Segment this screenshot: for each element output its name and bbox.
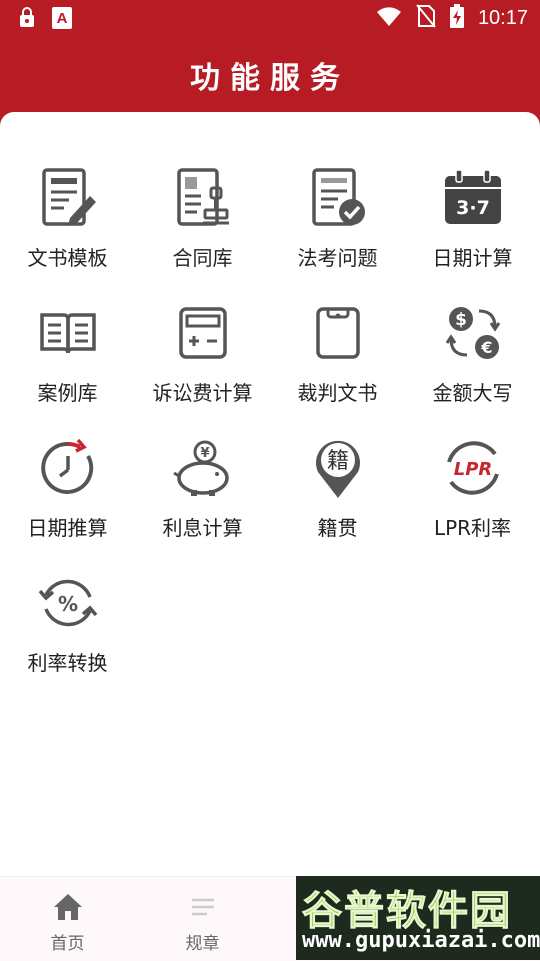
clock-refresh-icon [36, 436, 100, 500]
page-title: 功能服务 [190, 61, 350, 96]
lpr-icon: LPR [441, 436, 505, 500]
lock-shield-icon [18, 7, 36, 33]
app-header: 功能服务 [0, 36, 540, 112]
battery-charging-icon [449, 4, 464, 32]
function-label: 日期计算 [432, 246, 513, 270]
home-icon [52, 891, 84, 923]
nav-regulations[interactable]: 规章 [135, 877, 270, 961]
svg-text:$: $ [455, 310, 467, 330]
function-rate-conversion[interactable]: % 利率转换 [0, 571, 135, 701]
function-label: 裁判文书 [297, 381, 378, 405]
function-lpr-rate[interactable]: LPR LPR利率 [405, 436, 540, 566]
a-app-icon: A [52, 7, 72, 33]
function-label: 合同库 [172, 246, 233, 270]
location-pin-icon: 籍 [306, 436, 370, 500]
calculator-icon [171, 301, 235, 365]
function-label: 利率转换 [27, 651, 108, 675]
no-sim-icon [416, 4, 436, 32]
status-bar: A 10:17 [0, 0, 540, 36]
percent-cycle-icon: % [36, 571, 100, 635]
function-date-projection[interactable]: 日期推算 [0, 436, 135, 566]
function-label: 籍贯 [317, 516, 358, 540]
function-date-calc[interactable]: 3·7 日期计算 [405, 166, 540, 296]
function-native-place[interactable]: 籍 籍贯 [270, 436, 405, 566]
function-label: 利息计算 [162, 516, 243, 540]
function-litigation-fee[interactable]: 诉讼费计算 [135, 301, 270, 431]
function-label: 文书模板 [27, 246, 108, 270]
function-interest-calc[interactable]: ¥ 利息计算 [135, 436, 270, 566]
status-time: 10:17 [477, 6, 528, 29]
nav-home[interactable]: 首页 [0, 877, 135, 961]
function-label: LPR利率 [433, 516, 512, 540]
watermark: 谷普软件园 www.gupuxiazai.com [296, 876, 540, 960]
svg-text:€: € [480, 338, 492, 357]
function-law-exam[interactable]: 法考问题 [270, 166, 405, 296]
tablet-icon [306, 301, 370, 365]
function-document-template[interactable]: 文书模板 [0, 166, 135, 296]
function-label: 案例库 [37, 381, 98, 405]
contract-stamp-icon [171, 166, 235, 230]
piggy-bank-icon: ¥ [171, 436, 235, 500]
document-edit-icon [36, 166, 100, 230]
wifi-icon [376, 5, 402, 31]
function-amount-uppercase[interactable]: $ € 金额大写 [405, 301, 540, 431]
function-contract-library[interactable]: 合同库 [135, 166, 270, 296]
watermark-url: www.gupuxiazai.com [302, 928, 540, 953]
calendar-icon: 3·7 [441, 166, 505, 230]
function-case-library[interactable]: 案例库 [0, 301, 135, 431]
function-label: 诉讼费计算 [152, 381, 253, 405]
calendar-text: 3·7 [456, 197, 490, 219]
nav-regulations-label: 规章 [185, 934, 220, 954]
percent-text: % [57, 592, 77, 616]
function-panel: 文书模板 合同库 法考问题 3·7 日期计算 案例库 诉讼费计算 裁判文书 $ … [0, 112, 540, 876]
list-icon [187, 891, 219, 923]
function-label: 法考问题 [297, 246, 378, 270]
document-check-icon [306, 166, 370, 230]
svg-text:¥: ¥ [200, 446, 209, 461]
function-label: 日期推算 [27, 516, 108, 540]
lpr-text: LPR [453, 459, 492, 480]
function-judgment-docs[interactable]: 裁判文书 [270, 301, 405, 431]
function-label: 金额大写 [432, 381, 513, 405]
book-icon [36, 301, 100, 365]
svg-text:A: A [57, 10, 68, 27]
currency-exchange-icon: $ € [441, 301, 505, 365]
pin-text: 籍 [326, 449, 348, 474]
nav-home-label: 首页 [50, 934, 85, 954]
